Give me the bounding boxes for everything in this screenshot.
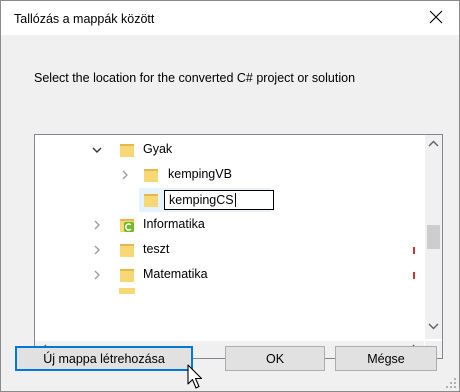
dialog-body: Select the location for the converted C#… (1, 35, 459, 391)
folder-icon (120, 269, 134, 282)
chevron-down-icon[interactable] (91, 144, 103, 156)
tree-item-label: kempingVB (168, 167, 232, 181)
instruction-text: Select the location for the converted C#… (34, 71, 356, 85)
folder-icon (144, 169, 158, 182)
mark-indicator (413, 272, 415, 279)
mouse-pointer-icon (187, 364, 203, 389)
tree-item-teszt[interactable]: teszt (35, 238, 424, 262)
resize-grip-icon[interactable] (446, 378, 456, 388)
tree-item-label: Gyak (143, 142, 173, 156)
folder-icon (120, 244, 134, 257)
scroll-down-icon[interactable] (428, 321, 439, 331)
browse-folder-dialog: Tallózás a mappák között Select the loca… (0, 0, 460, 392)
scroll-up-icon[interactable] (428, 139, 439, 149)
cancel-button[interactable]: Mégse (335, 346, 437, 371)
new-folder-button[interactable]: Új mappa létrehozása (15, 346, 193, 371)
tree-viewport: Gyak kempingVB kempingCS Informatika tes… (35, 135, 424, 339)
ok-button[interactable]: OK (225, 346, 325, 371)
chevron-right-icon[interactable] (91, 219, 103, 231)
scrollbar-thumb[interactable] (427, 225, 440, 249)
tree-item-label: teszt (143, 242, 170, 256)
tree-item-kempingvb[interactable]: kempingVB (35, 163, 424, 187)
close-button[interactable] (413, 1, 459, 33)
folder-icon (120, 144, 134, 157)
folder-icon (144, 194, 158, 207)
dialog-title: Tallózás a mappák között (14, 12, 155, 26)
tree-item-informatika[interactable]: Informatika (35, 213, 424, 237)
rename-input-value: kempingCS (169, 193, 234, 207)
text-caret (234, 193, 236, 207)
title-bar: Tallózás a mappák között (1, 1, 459, 35)
tree-item-kempingcs[interactable]: kempingCS (35, 188, 424, 212)
rename-input[interactable]: kempingCS (164, 190, 274, 210)
folder-tree[interactable]: Gyak kempingVB kempingCS Informatika tes… (34, 134, 443, 359)
vertical-scrollbar[interactable] (425, 135, 442, 339)
mark-indicator (413, 247, 415, 254)
chevron-right-icon[interactable] (91, 269, 103, 281)
folder-icon (119, 288, 135, 294)
tree-item-gyak[interactable]: Gyak (35, 138, 424, 162)
tree-item-label: Informatika (143, 217, 205, 231)
vs-folder-icon (120, 219, 134, 232)
chevron-right-icon[interactable] (91, 244, 103, 256)
chevron-right-icon[interactable] (119, 169, 131, 181)
tree-item-matematika[interactable]: Matematika (35, 263, 424, 287)
tree-item-label: Matematika (143, 267, 208, 281)
close-icon (429, 10, 443, 24)
